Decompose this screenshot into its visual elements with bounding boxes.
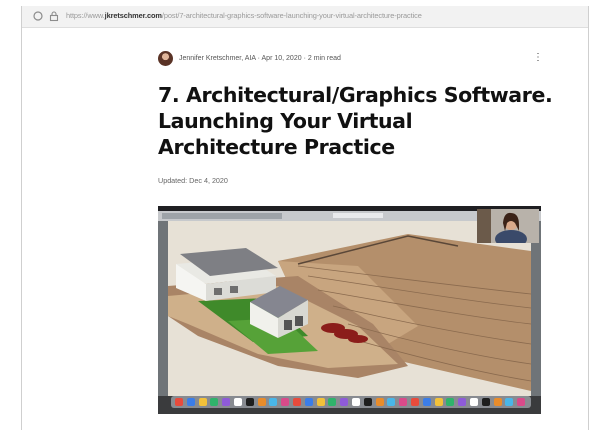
dock-app-icon (458, 398, 467, 406)
dock-app-icon (175, 398, 183, 406)
meta-separator: · (303, 55, 306, 62)
url-text[interactable]: https://www.jkretschmer.com/post/7-archi… (66, 11, 422, 20)
dock-app-icon (186, 398, 195, 406)
dock-app-icon (293, 398, 301, 406)
dock-app-icon (446, 398, 455, 406)
meta-separator: · (257, 55, 260, 62)
dock-app-icon (375, 398, 384, 406)
dock-app-icon (269, 398, 278, 406)
url-prefix: https://www. (66, 11, 105, 20)
dock-app-icon (387, 398, 396, 406)
dock-app-icon (470, 398, 478, 406)
dock-app-icon (363, 398, 372, 406)
dock-app-icon (340, 398, 349, 406)
author-name[interactable]: Jennifer Kretschmer, AIA (179, 55, 256, 62)
mac-dock (171, 396, 531, 408)
webcam-overlay (477, 209, 539, 243)
byline: Jennifer Kretschmer, AIA · Apr 10, 2020 … (158, 51, 543, 67)
dock-app-icon (281, 398, 290, 406)
dock-app-icon (399, 398, 408, 406)
updated-date: Updated: Dec 4, 2020 (158, 176, 228, 185)
video-player[interactable] (158, 206, 541, 414)
author-avatar[interactable] (158, 51, 173, 66)
dock-app-icon (222, 398, 231, 406)
post-meta: Jennifer Kretschmer, AIA · Apr 10, 2020 … (179, 55, 341, 62)
dock-app-icon (517, 398, 526, 406)
post-title: 7. Architectural/Graphics Software. Laun… (158, 83, 553, 159)
dock-app-icon (481, 398, 490, 406)
dock-app-icon (234, 398, 242, 406)
dock-app-icon (505, 398, 514, 406)
circle-icon[interactable] (32, 10, 44, 22)
address-bar[interactable]: https://www.jkretschmer.com/post/7-archi… (22, 6, 588, 28)
dock-app-icon (198, 398, 207, 406)
dock-app-icon (257, 398, 266, 406)
read-time: 2 min read (307, 55, 341, 62)
dock-app-icon (316, 398, 325, 406)
url-domain: jkretschmer.com (104, 11, 162, 20)
dock-app-icon (245, 398, 254, 406)
dock-app-icon (493, 398, 502, 406)
lock-icon (49, 11, 59, 22)
dock-app-icon (328, 398, 337, 406)
dock-app-icon (422, 398, 431, 406)
dock-app-icon (352, 398, 360, 406)
browser-window: https://www.jkretschmer.com/post/7-archi… (21, 6, 589, 430)
publish-date: Apr 10, 2020 (261, 55, 302, 62)
dock-app-icon (210, 398, 219, 406)
dock-app-icon (304, 398, 313, 406)
url-path: /post/7-architectural-graphics-software-… (161, 11, 422, 20)
more-options-icon[interactable]: ⋮ (533, 53, 543, 63)
dock-app-icon (411, 398, 419, 406)
dock-app-icon (434, 398, 443, 406)
